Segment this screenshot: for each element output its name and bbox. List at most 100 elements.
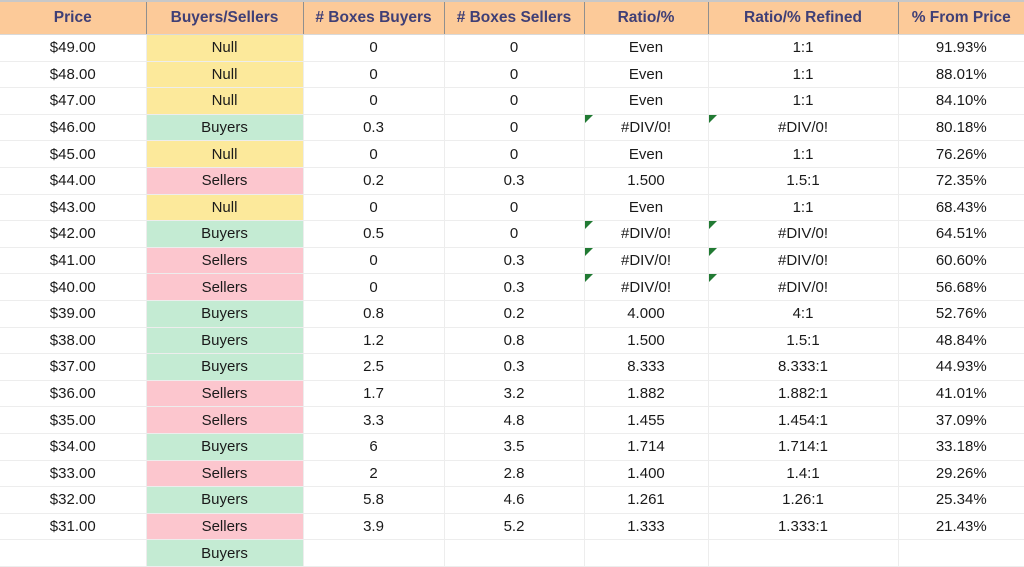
cell-boxes-buyers[interactable]: 2 (303, 460, 445, 488)
cell-ratio-refined[interactable]: 1.4:1 (708, 460, 899, 488)
cell-ratio[interactable]: 1.500 (584, 327, 709, 355)
cell-boxes-buyers[interactable]: 0 (303, 87, 445, 115)
cell-ratio-refined[interactable]: 1:1 (708, 34, 899, 62)
cell-ratio-refined[interactable]: #DIV/0! (708, 220, 899, 248)
cell-buyers-sellers[interactable]: Buyers (146, 220, 304, 248)
cell-ratio[interactable]: Even (584, 194, 709, 222)
cell-ratio-refined[interactable]: 1.5:1 (708, 167, 899, 195)
cell-pct-from-price[interactable]: 80.18% (898, 114, 1024, 142)
cell-price[interactable] (0, 539, 147, 567)
cell-pct-from-price[interactable]: 68.43% (898, 194, 1024, 222)
cell-boxes-buyers[interactable]: 0.8 (303, 300, 445, 328)
cell-boxes-sellers[interactable]: 0.3 (444, 167, 585, 195)
cell-boxes-sellers[interactable]: 0.3 (444, 247, 585, 275)
cell-buyers-sellers[interactable]: Buyers (146, 327, 304, 355)
cell-boxes-sellers[interactable]: 2.8 (444, 460, 585, 488)
cell-ratio[interactable]: 1.882 (584, 380, 709, 408)
cell-price[interactable]: $39.00 (0, 300, 147, 328)
column-header-boxes-buyers[interactable]: # Boxes Buyers (303, 0, 445, 35)
cell-price[interactable]: $44.00 (0, 167, 147, 195)
column-header-price[interactable]: Price (0, 0, 147, 35)
cell-ratio[interactable]: Even (584, 34, 709, 62)
cell-buyers-sellers[interactable]: Sellers (146, 380, 304, 408)
cell-buyers-sellers[interactable]: Sellers (146, 406, 304, 434)
cell-pct-from-price[interactable]: 88.01% (898, 61, 1024, 89)
cell-ratio-refined[interactable]: 1:1 (708, 87, 899, 115)
cell-ratio-refined[interactable]: #DIV/0! (708, 247, 899, 275)
cell-ratio-refined[interactable]: 1.5:1 (708, 327, 899, 355)
cell-pct-from-price[interactable]: 72.35% (898, 167, 1024, 195)
cell-buyers-sellers[interactable]: Null (146, 194, 304, 222)
cell-boxes-sellers[interactable]: 4.8 (444, 406, 585, 434)
cell-ratio[interactable]: 1.400 (584, 460, 709, 488)
column-header-ratio-refined[interactable]: Ratio/% Refined (708, 0, 899, 35)
cell-buyers-sellers[interactable]: Buyers (146, 486, 304, 514)
cell-pct-from-price[interactable]: 37.09% (898, 406, 1024, 434)
cell-ratio-refined[interactable]: 1.882:1 (708, 380, 899, 408)
cell-price[interactable]: $33.00 (0, 460, 147, 488)
cell-buyers-sellers[interactable]: Sellers (146, 273, 304, 301)
cell-pct-from-price[interactable]: 64.51% (898, 220, 1024, 248)
cell-ratio[interactable]: 1.261 (584, 486, 709, 514)
cell-buyers-sellers[interactable]: Sellers (146, 460, 304, 488)
column-header-boxes-sellers[interactable]: # Boxes Sellers (444, 0, 585, 35)
cell-boxes-sellers[interactable] (444, 539, 585, 567)
cell-pct-from-price[interactable]: 56.68% (898, 273, 1024, 301)
cell-pct-from-price[interactable]: 29.26% (898, 460, 1024, 488)
cell-price[interactable]: $36.00 (0, 380, 147, 408)
cell-ratio[interactable]: 1.333 (584, 513, 709, 541)
cell-boxes-buyers[interactable]: 0 (303, 273, 445, 301)
cell-boxes-buyers[interactable]: 0 (303, 61, 445, 89)
cell-ratio[interactable]: 1.500 (584, 167, 709, 195)
cell-ratio[interactable]: 4.000 (584, 300, 709, 328)
cell-ratio[interactable]: 1.714 (584, 433, 709, 461)
cell-ratio[interactable]: #DIV/0! (584, 273, 709, 301)
cell-pct-from-price[interactable]: 60.60% (898, 247, 1024, 275)
cell-ratio-refined[interactable]: 1.333:1 (708, 513, 899, 541)
cell-ratio[interactable]: #DIV/0! (584, 220, 709, 248)
cell-ratio-refined[interactable]: #DIV/0! (708, 273, 899, 301)
cell-buyers-sellers[interactable]: Null (146, 61, 304, 89)
cell-buyers-sellers[interactable]: Sellers (146, 167, 304, 195)
cell-ratio-refined[interactable]: 1:1 (708, 194, 899, 222)
column-header-ratio[interactable]: Ratio/% (584, 0, 709, 35)
cell-price[interactable]: $47.00 (0, 87, 147, 115)
column-header-pct-from-price[interactable]: % From Price (898, 0, 1024, 35)
cell-ratio-refined[interactable]: 1.454:1 (708, 406, 899, 434)
cell-boxes-buyers[interactable]: 1.7 (303, 380, 445, 408)
cell-boxes-sellers[interactable]: 0 (444, 114, 585, 142)
cell-boxes-buyers[interactable]: 0.5 (303, 220, 445, 248)
cell-ratio-refined[interactable]: 1:1 (708, 61, 899, 89)
cell-ratio-refined[interactable]: 1:1 (708, 140, 899, 168)
cell-pct-from-price[interactable]: 25.34% (898, 486, 1024, 514)
cell-pct-from-price[interactable]: 33.18% (898, 433, 1024, 461)
cell-pct-from-price[interactable]: 48.84% (898, 327, 1024, 355)
cell-pct-from-price[interactable]: 44.93% (898, 353, 1024, 381)
cell-boxes-buyers[interactable]: 0 (303, 34, 445, 62)
cell-price[interactable]: $38.00 (0, 327, 147, 355)
cell-price[interactable]: $42.00 (0, 220, 147, 248)
cell-pct-from-price[interactable]: 52.76% (898, 300, 1024, 328)
cell-boxes-sellers[interactable]: 0.3 (444, 273, 585, 301)
cell-price[interactable]: $34.00 (0, 433, 147, 461)
column-header-buyers-sellers[interactable]: Buyers/Sellers (146, 0, 304, 35)
cell-boxes-sellers[interactable]: 0 (444, 87, 585, 115)
cell-buyers-sellers[interactable]: Null (146, 87, 304, 115)
cell-ratio-refined[interactable]: #DIV/0! (708, 114, 899, 142)
cell-price[interactable]: $45.00 (0, 140, 147, 168)
cell-ratio[interactable] (584, 539, 709, 567)
cell-pct-from-price[interactable]: 91.93% (898, 34, 1024, 62)
cell-ratio[interactable]: #DIV/0! (584, 247, 709, 275)
cell-ratio-refined[interactable]: 1.26:1 (708, 486, 899, 514)
cell-price[interactable]: $43.00 (0, 194, 147, 222)
cell-buyers-sellers[interactable]: Buyers (146, 114, 304, 142)
cell-boxes-sellers[interactable]: 3.5 (444, 433, 585, 461)
cell-ratio[interactable]: 8.333 (584, 353, 709, 381)
cell-boxes-buyers[interactable]: 0 (303, 247, 445, 275)
cell-boxes-buyers[interactable]: 3.3 (303, 406, 445, 434)
cell-buyers-sellers[interactable]: Buyers (146, 300, 304, 328)
cell-buyers-sellers[interactable]: Sellers (146, 513, 304, 541)
cell-boxes-sellers[interactable]: 0 (444, 220, 585, 248)
cell-boxes-sellers[interactable]: 0 (444, 194, 585, 222)
cell-boxes-sellers[interactable]: 0.2 (444, 300, 585, 328)
